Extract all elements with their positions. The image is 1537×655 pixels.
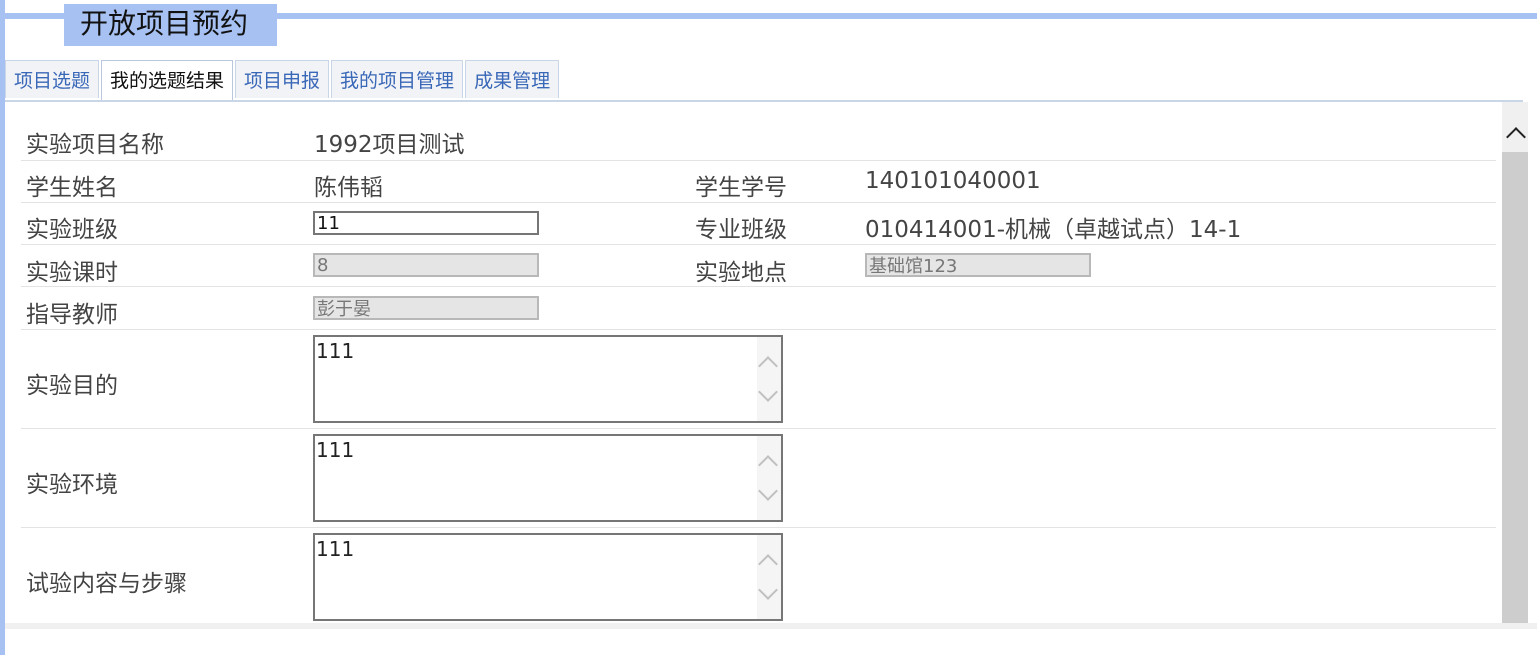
content-textarea-box: 111 [313,533,783,621]
tab-bar: 项目选题 我的选题结果 项目申报 我的项目管理 成果管理 [5,60,561,102]
row-teacher: 指导教师 [21,287,1496,330]
scrollbar-thumb[interactable] [1502,152,1528,623]
row-class: 实验班级 专业班级 010414001-机械（卓越试点）14-1 [21,203,1496,245]
environment-label: 实验环境 [26,472,118,498]
tab-achievement-management[interactable]: 成果管理 [465,60,560,98]
row-purpose: 实验目的 111 [21,330,1496,429]
row-environment: 实验环境 111 [21,429,1496,528]
scroll-down-icon[interactable] [758,481,778,501]
major-class-value: 010414001-机械（卓越试点）14-1 [865,217,1242,243]
student-id-label: 学生学号 [695,175,787,201]
hours-label: 实验课时 [26,260,118,286]
page-title: 开放项目预约 [64,4,277,46]
major-class-label: 专业班级 [695,217,787,243]
location-label: 实验地点 [695,260,787,286]
content-textarea[interactable]: 111 [315,535,755,619]
student-name-value: 陈伟韬 [314,175,383,201]
tab-my-selection-result[interactable]: 我的选题结果 [101,60,234,102]
scroll-up-icon[interactable] [758,455,778,475]
student-name-label: 学生姓名 [26,175,118,201]
student-id-value: 140101040001 [865,168,1041,194]
chevron-up-icon [1506,127,1526,147]
scroll-up-button[interactable] [1502,102,1528,150]
tab-my-project-management[interactable]: 我的项目管理 [331,60,464,98]
form-panel: 实验项目名称 1992项目测试 学生姓名 陈伟韬 学生学号 1401010400… [5,102,1537,623]
row-hours: 实验课时 实验地点 [21,245,1496,287]
purpose-scrollbar[interactable] [757,337,781,421]
scroll-up-icon[interactable] [758,554,778,574]
row-content: 试验内容与步骤 111 [21,528,1496,623]
bottom-edge [5,623,1537,629]
scroll-up-icon[interactable] [758,356,778,376]
content-label: 试验内容与步骤 [26,571,187,597]
exp-class-input[interactable] [313,211,539,235]
panel-vertical-scrollbar[interactable] [1502,102,1528,623]
scroll-down-icon[interactable] [758,580,778,600]
project-name-label: 实验项目名称 [26,132,164,158]
hours-input [313,253,539,277]
tab-project-selection[interactable]: 项目选题 [5,60,100,98]
project-name-value: 1992项目测试 [314,132,465,158]
content-scrollbar[interactable] [757,535,781,619]
purpose-textarea-box: 111 [313,335,783,423]
purpose-label: 实验目的 [26,373,118,399]
environment-textarea-box: 111 [313,434,783,522]
row-project-name: 实验项目名称 1992项目测试 [21,118,1496,161]
scroll-down-icon[interactable] [758,382,778,402]
teacher-label: 指导教师 [26,302,118,328]
purpose-textarea[interactable]: 111 [315,337,755,421]
environment-scrollbar[interactable] [757,436,781,520]
location-input [865,253,1091,277]
environment-textarea[interactable]: 111 [315,436,755,520]
row-student: 学生姓名 陈伟韬 学生学号 140101040001 [21,161,1496,203]
tab-project-application[interactable]: 项目申报 [235,60,330,98]
teacher-input [313,296,539,320]
exp-class-label: 实验班级 [26,217,118,243]
